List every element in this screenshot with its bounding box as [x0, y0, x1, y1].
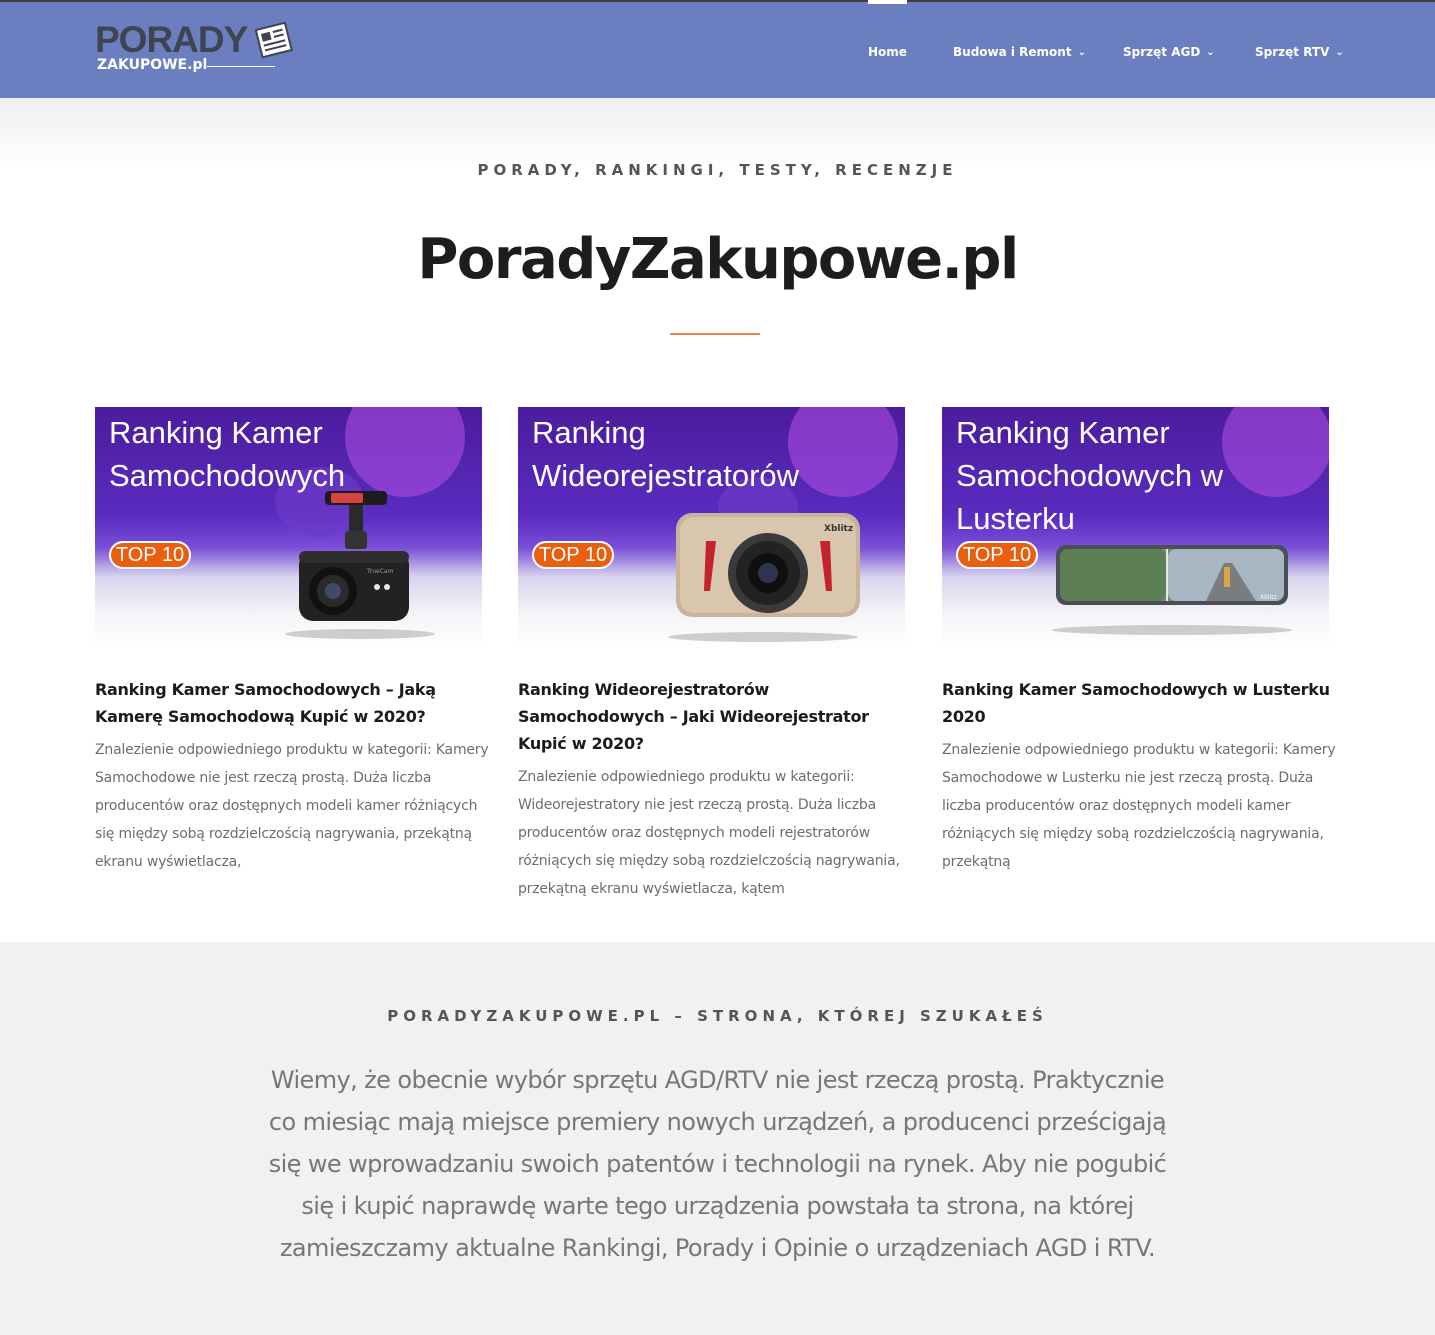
chevron-down-icon: ⌄: [1206, 47, 1215, 58]
nav-item-label: Sprzęt RTV: [1255, 45, 1330, 59]
post-title-link[interactable]: Ranking Kamer Samochodowych – Jaką Kamer…: [95, 676, 490, 730]
post-title-link[interactable]: Ranking Kamer Samochodowych w Lusterku 2…: [942, 676, 1337, 730]
top10-badge: TOP 10: [956, 541, 1038, 569]
nav-item-label: Budowa i Remont: [953, 45, 1072, 59]
hero-tagline: PORADY, RANKINGI, TESTY, RECENZJE: [477, 161, 958, 179]
logo-underline: [207, 66, 275, 67]
post-thumbnail[interactable]: Ranking Kamer Samochodowych TOP 10 TrueC…: [95, 407, 482, 650]
top10-badge: TOP 10: [109, 541, 191, 569]
logo-top-text: PORADY: [95, 19, 248, 60]
nav-item-label: Sprzęt AGD: [1123, 45, 1201, 59]
device-brand-label: Xblitz: [1260, 594, 1277, 601]
device-shadow: [1052, 625, 1292, 635]
about-text: Wiemy, że obecnie wybór sprzętu AGD/RTV …: [268, 1066, 1167, 1262]
post-excerpt: Znalezienie odpowiedniego produktu w kat…: [518, 769, 900, 897]
thumbnail-title: Ranking Kamer Samochodowych: [109, 415, 346, 493]
site-logo[interactable]: PORADY ZAKUPOWE.pl: [95, 20, 295, 80]
post-excerpt: Znalezienie odpowiedniego produktu w kat…: [95, 742, 489, 870]
nav-active-indicator: [868, 0, 907, 4]
post-card: Ranking Kamer Samochodowych w Lusterku T…: [942, 407, 1337, 876]
logo-bottom-text: ZAKUPOWE.pl: [97, 57, 208, 73]
mirror-camera-icon: Xblitz: [1056, 545, 1288, 605]
nav-item-budowa-i-remont[interactable]: Budowa i Remont ⌄: [953, 2, 1086, 98]
hero-background: [0, 98, 1435, 168]
post-card: Ranking Kamer Samochodowych TOP 10 TrueC…: [95, 407, 490, 876]
nav-item-home[interactable]: Home: [868, 0, 907, 98]
thumbnail-title: Ranking Kamer Samochodowych w Lusterku: [956, 415, 1224, 536]
post-title-link[interactable]: Ranking Wideorejestratorów Samochodowych…: [518, 676, 913, 757]
chevron-down-icon: ⌄: [1077, 47, 1086, 58]
site-header: PORADY ZAKUPOWE.pl Home Budowa i Remont ⌄…: [0, 0, 1435, 98]
about-section: PORADYZAKUPOWE.PL – STRONA, KTÓREJ SZUKA…: [0, 942, 1435, 1335]
nav-item-sprzet-agd[interactable]: Sprzęt AGD ⌄: [1123, 2, 1215, 98]
about-heading: PORADYZAKUPOWE.PL – STRONA, KTÓREJ SZUKA…: [387, 1007, 1048, 1025]
post-thumbnail[interactable]: Ranking Wideorejestratorów TOP 10 Xblitz: [518, 407, 905, 650]
post-excerpt: Znalezienie odpowiedniego produktu w kat…: [942, 742, 1336, 870]
post-thumbnail[interactable]: Ranking Kamer Samochodowych w Lusterku T…: [942, 407, 1329, 650]
chevron-down-icon: ⌄: [1335, 47, 1344, 58]
video-recorder-icon: Xblitz: [676, 513, 860, 617]
device-brand-label: Xblitz: [824, 524, 853, 534]
device-shadow: [668, 632, 858, 642]
page-title: PoradyZakupowe.pl: [417, 227, 1019, 292]
post-card: Ranking Wideorejestratorów TOP 10 Xblitz…: [518, 407, 913, 903]
device-brand-label: TrueCam: [366, 568, 394, 575]
nav-item-label: Home: [868, 45, 907, 59]
dashcam-icon: TrueCam: [299, 491, 409, 621]
top10-badge: TOP 10: [532, 541, 614, 569]
nav-item-sprzet-rtv[interactable]: Sprzęt RTV ⌄: [1255, 2, 1344, 98]
thumbnail-title: Ranking Wideorejestratorów: [532, 415, 800, 493]
newspaper-icon: [254, 22, 293, 59]
title-separator: [670, 333, 760, 335]
